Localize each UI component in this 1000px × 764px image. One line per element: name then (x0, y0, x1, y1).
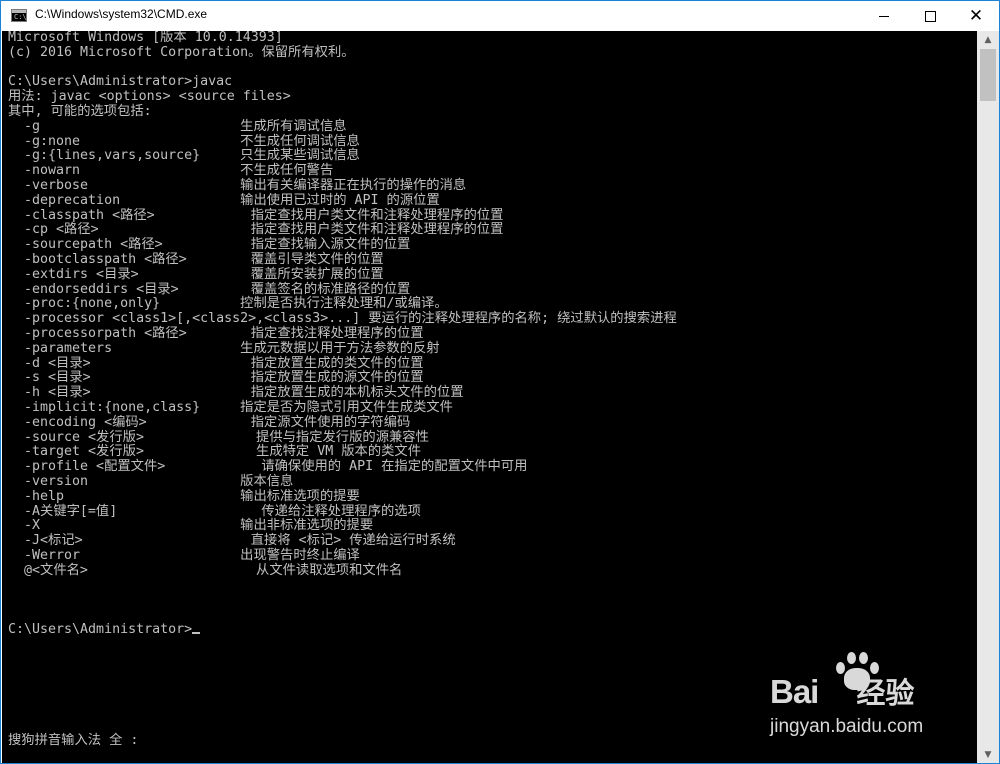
console-line: -s <目录> 指定放置生成的源文件的位置 (8, 370, 424, 386)
command-prompt-line[interactable]: C:\Users\Administrator> (8, 621, 977, 638)
console-line: -implicit:{none,class} 指定是否为隐式引用文件生成类文件 (8, 399, 453, 415)
cmd-app-icon[interactable]: C:\ (11, 9, 27, 22)
console-line: -cp <路径> 指定查找用户类文件和注释处理程序的位置 (8, 222, 504, 238)
console-line: -version 版本信息 (8, 473, 294, 489)
console-line: -g 生成所有调试信息 (8, 118, 347, 134)
ime-status-bar: 搜狗拼音输入法 全 : (8, 733, 139, 748)
console-line: -sourcepath <路径> 指定查找输入源文件的位置 (8, 237, 411, 253)
window-title: C:\Windows\system32\CMD.exe (35, 7, 208, 21)
console-line: -profile <配置文件> 请确保使用的 API 在指定的配置文件中可用 (8, 459, 528, 475)
scroll-up-icon[interactable]: ▲ (977, 31, 999, 48)
console-line: 其中, 可能的选项包括: (8, 103, 152, 119)
console-line: -deprecation 输出使用已过时的 API 的源位置 (8, 192, 440, 208)
baidu-logo-cn: 经验 (856, 676, 915, 710)
baidu-jingyan-watermark: Bai 经验 jingyan.baidu.com (770, 650, 960, 745)
console-line: C:\Users\Administrator>javac (8, 74, 233, 90)
console-line: -help 输出标准选项的提要 (8, 488, 360, 504)
console-line: -Werror 出现警告时终止编译 (8, 547, 360, 563)
title-bar[interactable]: C:\ C:\Windows\system32\CMD.exe ✕ (1, 1, 999, 31)
text-cursor (192, 631, 201, 634)
console-line: -processorpath <路径> 指定查找注释处理程序的位置 (8, 325, 424, 341)
console-line: -encoding <编码> 指定源文件使用的字符编码 (8, 414, 411, 430)
console-line: -processor <class1>[,<class2>,<class3>..… (8, 311, 677, 327)
baidu-logo-latin: Bai (770, 673, 819, 710)
console-line: -X 输出非标准选项的提要 (8, 518, 374, 534)
close-icon: ✕ (968, 5, 984, 26)
console-line: -nowarn 不生成任何警告 (8, 163, 334, 179)
maximize-icon (924, 10, 936, 22)
console-line: -proc:{none,only} 控制是否执行注释处理和/或编译。 (8, 296, 448, 312)
close-button[interactable]: ✕ (953, 1, 999, 31)
console-line: -parameters 生成元数据以用于方法参数的反射 (8, 340, 440, 356)
baidu-logo-text: Bai 经验 (770, 670, 914, 712)
minimize-button[interactable] (861, 1, 907, 31)
console-line: (c) 2016 Microsoft Corporation。保留所有权利。 (8, 44, 355, 60)
console-line: -J<标记> 直接将 <标记> 传递给运行时系统 (8, 533, 456, 549)
cmd-icon-label: C:\ (14, 13, 27, 21)
console-line: -target <发行版> 生成特定 VM 版本的类文件 (8, 444, 422, 460)
scroll-down-icon[interactable]: ▼ (977, 746, 999, 763)
vertical-scrollbar[interactable]: ▲ ▼ (977, 31, 999, 763)
console-line: -verbose 输出有关编译器正在执行的操作的消息 (8, 177, 467, 193)
console-line: -g:{lines,vars,source} 只生成某些调试信息 (8, 148, 360, 164)
console-line: -extdirs <目录> 覆盖所安装扩展的位置 (8, 266, 384, 282)
maximize-button[interactable] (907, 1, 953, 31)
minimize-icon (879, 15, 889, 17)
console-line: -bootclasspath <路径> 覆盖引导类文件的位置 (8, 251, 384, 267)
console-text: Microsoft Windows [版本 10.0.14393] (c) 201… (2, 31, 977, 638)
command-prompt: C:\Users\Administrator> (8, 621, 193, 637)
console-line: Microsoft Windows [版本 10.0.14393] (8, 31, 283, 45)
console-line: -h <目录> 指定放置生成的本机标头文件的位置 (8, 385, 464, 401)
scrollbar-thumb[interactable] (980, 49, 996, 101)
watermark-url: jingyan.baidu.com (770, 716, 924, 737)
console-line: @<文件名> 从文件读取选项和文件名 (8, 562, 403, 578)
console-line: 用法: javac <options> <source files> (8, 89, 291, 105)
